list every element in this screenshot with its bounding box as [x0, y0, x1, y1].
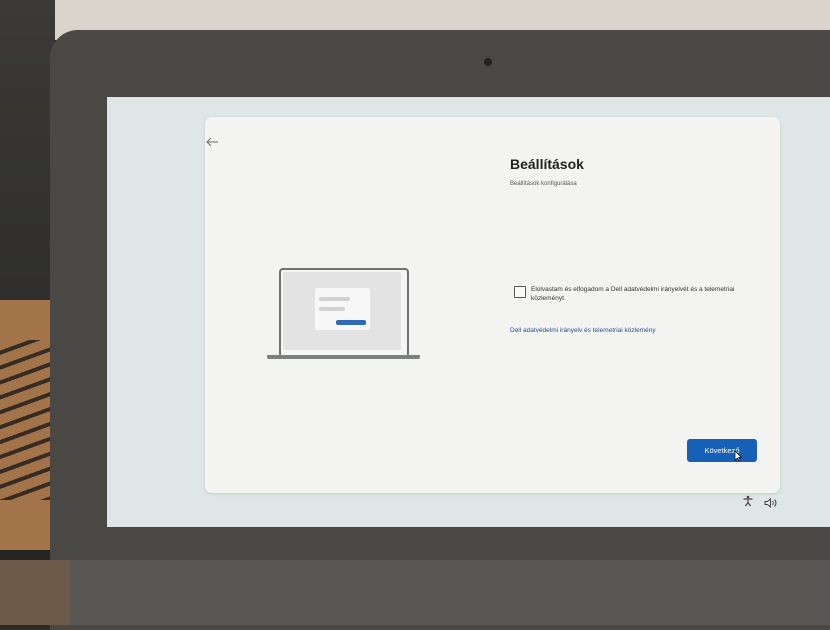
accessibility-icon[interactable] [742, 494, 754, 507]
laptop-bezel-bottom [70, 560, 830, 625]
arrow-left-icon[interactable] [205, 135, 219, 149]
volume-icon[interactable] [764, 495, 778, 509]
illustration-button [336, 320, 366, 325]
page-subtitle: Beállítások konfigurálása [510, 181, 577, 187]
accept-privacy-label[interactable]: Elolvastam és elfogadom a Dell adatvédel… [531, 285, 761, 303]
page-title: Beállítások [510, 156, 584, 172]
illustration-line [319, 297, 350, 301]
illustration-line [319, 307, 345, 311]
webcam [484, 58, 492, 66]
next-button[interactable]: Következő [687, 439, 757, 462]
laptop-illustration-base [267, 355, 420, 359]
mouse-cursor-icon [734, 449, 743, 462]
privacy-policy-link[interactable]: Dell adatvédelmi irányelv és telemetriai… [510, 327, 656, 334]
accept-privacy-checkbox[interactable] [514, 286, 526, 298]
